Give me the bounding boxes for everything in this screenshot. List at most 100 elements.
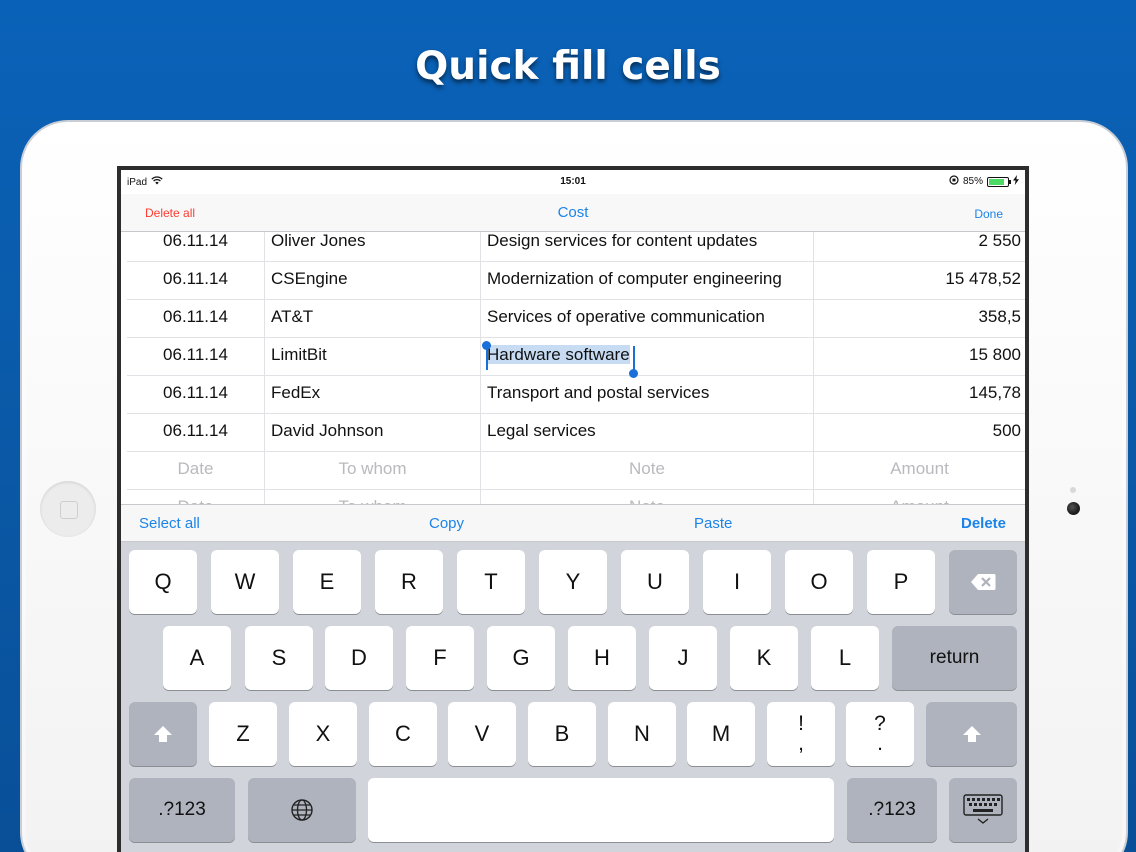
dismiss-keyboard-key[interactable] [949,778,1017,842]
amount-cell[interactable]: 15 800 [814,338,1025,376]
to-whom-placeholder[interactable]: To whom [265,452,481,490]
selection-end-caret [633,346,635,371]
date-cell[interactable]: 06.11.14 [127,232,265,262]
copy-button[interactable]: Copy [429,515,464,532]
note-cell[interactable]: Modernization of computer engineering [481,262,814,300]
amount-placeholder[interactable]: Amount [814,490,1025,504]
to-whom-placeholder[interactable]: To whom [265,490,481,504]
date-cell[interactable]: 06.11.14 [127,262,265,300]
key-c[interactable]: C [369,702,437,766]
cost-table: 06.11.14 Oliver Jones Design services fo… [121,232,1025,504]
space-key[interactable] [368,778,834,842]
table-row[interactable]: 06.11.14 LimitBit Hardware software 15 8… [127,338,1025,378]
to-whom-cell[interactable]: FedEx [265,376,481,414]
note-placeholder[interactable]: Note [481,452,814,490]
promo-title: Quick fill cells [415,44,721,89]
key-k[interactable]: K [730,626,798,690]
to-whom-cell[interactable]: AT&T [265,300,481,338]
key-d[interactable]: D [325,626,393,690]
on-screen-keyboard: Q W E R T Y U I O P A S D F G H J K L re… [121,542,1025,852]
date-placeholder[interactable]: Date [127,452,265,490]
table-row[interactable]: 06.11.14 FedEx Transport and postal serv… [127,376,1025,414]
note-cell[interactable]: Services of operative communication [481,300,814,338]
to-whom-cell[interactable]: LimitBit [265,338,481,376]
key-z[interactable]: Z [209,702,277,766]
key-x[interactable]: X [289,702,357,766]
page-title: Cost [557,204,589,221]
to-whom-cell[interactable]: David Johnson [265,414,481,452]
date-cell[interactable]: 06.11.14 [127,300,265,338]
shift-icon [962,726,981,742]
return-key[interactable]: return [892,626,1017,690]
date-cell[interactable]: 06.11.14 [127,338,265,376]
table-row[interactable]: 06.11.14 CSEngine Modernization of compu… [127,262,1025,300]
numbers-key-left[interactable]: .?123 [129,778,235,842]
keyboard-dismiss-icon [963,794,1003,824]
selected-text[interactable]: Hardware software [487,345,630,364]
key-n[interactable]: N [608,702,676,766]
key-l[interactable]: L [811,626,879,690]
date-placeholder[interactable]: Date [127,490,265,504]
empty-row[interactable]: Date To whom Note Amount [127,452,1025,490]
key-v[interactable]: V [448,702,516,766]
globe-key[interactable] [248,778,356,842]
key-r[interactable]: R [375,550,443,614]
key-h[interactable]: H [568,626,636,690]
to-whom-cell[interactable]: Oliver Jones [265,232,481,262]
orientation-lock-icon [949,175,959,188]
note-cell-editing[interactable]: Hardware software [481,338,814,378]
status-time: 15:01 [560,176,586,187]
note-cell[interactable]: Legal services [481,414,814,452]
amount-cell[interactable]: 500 [814,414,1025,452]
key-f[interactable]: F [406,626,474,690]
table-row[interactable]: 06.11.14 AT&T Services of operative comm… [127,300,1025,338]
charging-icon [1013,175,1019,188]
select-all-button[interactable]: Select all [139,515,200,532]
edit-menu-bar: Select all Copy Paste Delete [121,504,1025,542]
paste-button[interactable]: Paste [694,515,732,532]
delete-button[interactable]: Delete [961,515,1006,532]
note-cell[interactable]: Design services for content updates [481,232,814,262]
key-g[interactable]: G [487,626,555,690]
key-p[interactable]: P [867,550,935,614]
note-placeholder[interactable]: Note [481,490,814,504]
key-a[interactable]: A [163,626,231,690]
backspace-icon [971,574,996,590]
amount-cell[interactable]: 145,78 [814,376,1025,414]
key-y[interactable]: Y [539,550,607,614]
key-question-period[interactable]: ?. [846,702,914,766]
key-s[interactable]: S [245,626,313,690]
date-cell[interactable]: 06.11.14 [127,376,265,414]
to-whom-cell[interactable]: CSEngine [265,262,481,300]
ipad-screen: iPad 15:01 85% Delete all Cost Done 06.1… [117,166,1029,852]
key-o[interactable]: O [785,550,853,614]
backspace-key[interactable] [949,550,1017,614]
key-j[interactable]: J [649,626,717,690]
key-i[interactable]: I [703,550,771,614]
amount-cell[interactable]: 2 550 [814,232,1025,262]
note-cell[interactable]: Transport and postal services [481,376,814,414]
amount-cell[interactable]: 358,5 [814,300,1025,338]
table-row[interactable]: 06.11.14 David Johnson Legal services 50… [127,414,1025,452]
key-u[interactable]: U [621,550,689,614]
amount-cell[interactable]: 15 478,52 [814,262,1025,300]
key-e[interactable]: E [293,550,361,614]
key-w[interactable]: W [211,550,279,614]
done-button[interactable]: Done [974,207,1003,221]
key-m[interactable]: M [687,702,755,766]
empty-row[interactable]: Date To whom Note Amount [127,490,1025,504]
key-exclamation-comma[interactable]: !, [767,702,835,766]
numbers-key-right[interactable]: .?123 [847,778,937,842]
home-button[interactable] [40,481,96,537]
battery-percent: 85% [962,176,983,187]
shift-key-left[interactable] [129,702,197,766]
date-cell[interactable]: 06.11.14 [127,414,265,452]
key-b[interactable]: B [528,702,596,766]
amount-placeholder[interactable]: Amount [814,452,1025,490]
ambient-sensor [1070,487,1076,493]
shift-key-right[interactable] [926,702,1017,766]
table-row[interactable]: 06.11.14 Oliver Jones Design services fo… [127,232,1025,262]
key-t[interactable]: T [457,550,525,614]
key-q[interactable]: Q [129,550,197,614]
key-comma-bottom: , [798,732,804,755]
